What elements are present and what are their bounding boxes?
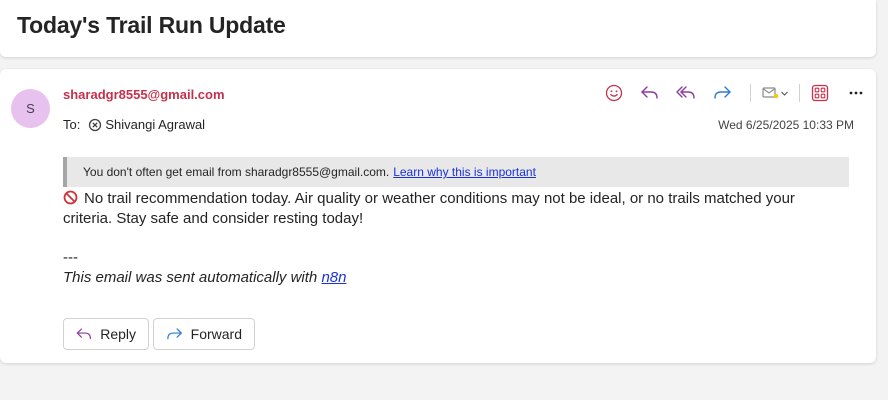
avatar-initial: S [26,101,35,116]
reply-icon [641,86,658,99]
signature-text: This email was sent automatically with [63,269,322,286]
reply-label: Reply [100,326,136,342]
reply-icon [76,328,91,340]
external-sender-banner: You don't often get email from sharadgr8… [63,157,849,187]
reply-all-button[interactable] [672,80,700,106]
toolbar-divider [799,84,800,102]
message-body: No trail recommendation today. Air quali… [63,189,843,229]
reply-all-icon [676,86,695,99]
emoji-icon [605,84,623,102]
actions-dropdown[interactable] [757,80,793,106]
forward-button[interactable]: Forward [153,318,255,350]
toolbar-divider [750,84,751,102]
signature: This email was sent automatically with n… [63,269,346,286]
forward-toolbar-button[interactable] [708,80,736,106]
sender-address[interactable]: sharadgr8555@gmail.com [63,87,225,102]
banner-text: You don't often get email from sharadgr8… [83,165,390,179]
message-card: S sharadgr8555@gmail.com To: Shivangi Ag… [0,69,876,363]
message-toolbar [600,80,878,106]
reply-button[interactable]: Reply [63,318,149,350]
to-label: To: [63,117,81,132]
emoji-button[interactable] [600,80,628,106]
n8n-link[interactable]: n8n [321,269,346,286]
forward-icon [167,328,182,340]
signature-separator: --- [63,249,78,266]
prohibited-icon [63,190,78,205]
sent-date: Wed 6/25/2025 10:33 PM [718,118,854,132]
apps-icon [811,84,829,102]
chevron-down-icon [780,91,788,96]
sender-avatar[interactable]: S [11,89,50,128]
learn-why-link[interactable]: Learn why this is important [393,165,536,179]
blocked-contact-icon [89,118,102,131]
recipient-name[interactable]: Shivangi Agrawal [105,117,205,132]
more-actions-button[interactable] [842,80,870,106]
body-text: No trail recommendation today. Air quali… [63,190,795,227]
forward-icon [714,86,731,99]
more-icon [849,91,863,95]
apps-button[interactable] [806,80,834,106]
subject-header: Today's Trail Run Update [0,0,876,57]
actions-combo-icon [761,87,778,99]
reply-toolbar-button[interactable] [636,80,664,106]
forward-label: Forward [190,326,242,342]
recipients-row: To: Shivangi Agrawal [63,117,205,132]
email-subject: Today's Trail Run Update [17,12,286,38]
